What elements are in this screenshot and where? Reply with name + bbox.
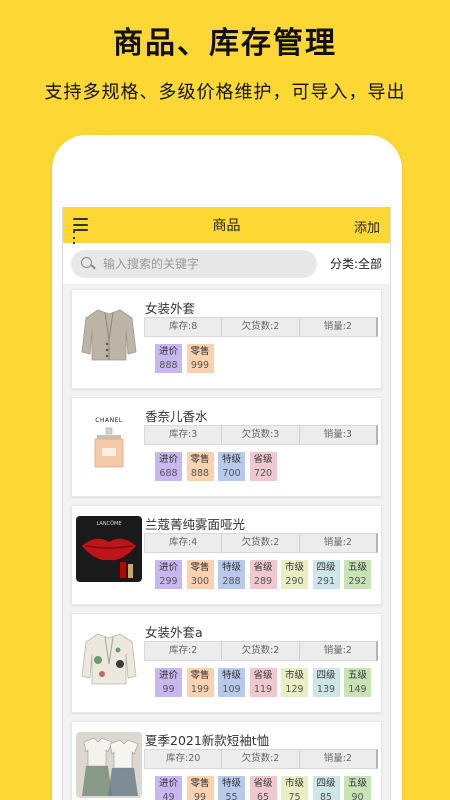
app-bar: 商品 添加 [63,207,390,243]
price-tag: 五级 90 [344,776,371,800]
search-box[interactable] [71,249,317,278]
stock-count: 库存:3 [145,426,223,444]
price-tag: 省级 119 [249,668,277,697]
product-card[interactable]: CHANEL 香奈儿香水 库存:3 欠货数:3 销量:3 进价 688 零售 888… [71,397,382,497]
stock-count: 库存:20 [145,750,223,768]
product-name: 兰蔻菁纯雾面哑光 [145,517,246,532]
owed-count: 欠货数:2 [222,750,300,768]
price-tag: 省级 65 [249,776,277,800]
price-tags: 进价 299 零售 300 特级 288 省级 289 市级 290 四级 291 五级 29… [155,560,376,589]
price-tag: 五级 149 [344,668,371,697]
price-tag: 特级 109 [218,668,245,697]
sales-count: 销量:2 [323,753,352,764]
price-tags: 进价 49 零售 99 特级 55 省级 65 市级 75 四级 85 五级 90 [155,776,376,800]
sales-count: 销量:2 [323,645,352,656]
owed-count: 欠货数:2 [222,642,300,660]
price-tag: 市级 129 [281,668,308,697]
price-tag: 特级 288 [218,560,245,589]
product-stats: 库存:20 欠货数:2 销量:2 [144,749,378,769]
price-tag: 市级 290 [281,560,308,589]
category-filter[interactable]: 分类:全部 [330,255,382,272]
price-tag: 五级 292 [344,560,371,589]
product-card[interactable]: 女装外套a 库存:2 欠货数:2 销量:2 进价 99 零售 199 特级 109 省… [71,613,382,713]
stock-count: 库存:8 [145,318,223,336]
stock-count: 库存:4 [145,534,223,552]
price-tag: 四级 291 [312,560,340,589]
product-stats: 库存:4 欠货数:2 销量:2 [144,533,378,553]
search-row: 分类:全部 [63,243,390,285]
add-button[interactable]: 添加 [354,217,380,236]
sales-count: 销量:3 [323,429,352,440]
svg-text:CHANEL: CHANEL [95,417,123,424]
svg-text:LANCÔME: LANCÔME [97,520,122,527]
price-tag: 零售 999 [186,344,214,373]
product-name: 女装外套 [145,301,196,316]
price-tag: 零售 99 [186,776,214,800]
product-card[interactable]: 女装外套 库存:8 欠货数:2 销量:2 进价 888 零售 999 [71,289,382,389]
price-tag: 进价 299 [155,560,182,589]
price-tag: 市级 75 [281,776,308,800]
price-tag: 进价 688 [155,452,182,481]
product-image: LANCÔME [76,516,142,582]
price-tag: 进价 49 [155,776,182,800]
owed-count: 欠货数:2 [222,534,300,552]
price-tag: 特级 700 [218,452,245,481]
price-tag: 省级 720 [249,452,277,481]
product-name: 香奈儿香水 [145,409,208,424]
sales-count: 销量:2 [323,321,352,332]
price-tag: 省级 289 [249,560,277,589]
price-tag: 四级 139 [312,668,340,697]
product-name: 夏季2021新款短袖t恤 [145,733,270,748]
product-image [76,300,142,366]
stock-count: 库存:2 [145,642,223,660]
price-tag: 进价 99 [155,668,182,697]
price-tags: 进价 888 零售 999 [155,344,218,373]
price-tag: 进价 888 [155,344,182,373]
product-stats: 库存:3 欠货数:3 销量:3 [144,425,378,445]
product-card[interactable]: 夏季2021新款短袖t恤 库存:20 欠货数:2 销量:2 进价 49 零售 99 … [71,721,382,800]
sales-count: 销量:2 [323,537,352,548]
price-tag: 四级 85 [312,776,340,800]
product-image: CHANEL [76,408,142,474]
price-tag: 零售 199 [186,668,214,697]
price-tag: 零售 300 [186,560,214,589]
menu-icon[interactable] [73,218,88,231]
product-image [76,624,142,690]
product-image [76,732,142,798]
search-icon [81,256,95,271]
promo-headline: 商品、库存管理 [113,26,337,61]
owed-count: 欠货数:3 [222,426,300,444]
price-tags: 进价 99 零售 199 特级 109 省级 119 市级 129 四级 139 五级 149 [155,668,376,697]
product-list: 女装外套 库存:8 欠货数:2 销量:2 进价 888 零售 999 CHANEL [63,285,390,800]
app-screen: 商品 添加 分类:全部 女装外套 [62,207,391,800]
page-title: 商品 [212,218,241,234]
product-stats: 库存:8 欠货数:2 销量:2 [144,317,378,337]
price-tag: 零售 888 [186,452,214,481]
price-tag: 特级 55 [218,776,245,800]
product-stats: 库存:2 欠货数:2 销量:2 [144,641,378,661]
product-name: 女装外套a [145,625,203,640]
product-card[interactable]: LANCÔME 兰蔻菁纯雾面哑光 库存:4 欠货数:2 销量:2 进价 299 零… [71,505,382,605]
price-tags: 进价 688 零售 888 特级 700 省级 720 [155,452,281,481]
search-input[interactable] [103,256,293,271]
owed-count: 欠货数:2 [222,318,300,336]
promo-subline: 支持多规格、多级价格维护，可导入，导出 [44,82,406,103]
